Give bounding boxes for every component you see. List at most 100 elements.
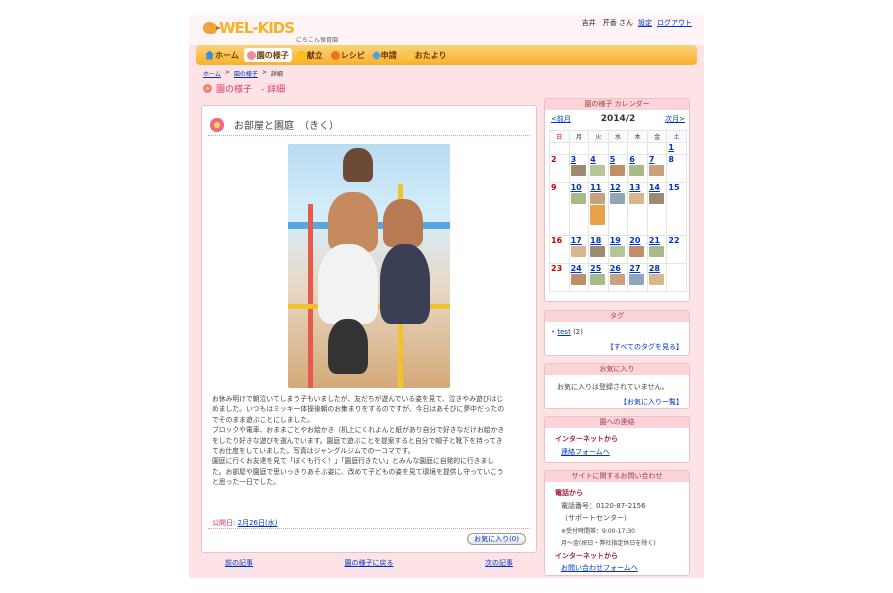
photo-thumbnail[interactable] bbox=[590, 165, 606, 176]
calendar-day-number[interactable]: 10 bbox=[571, 183, 589, 192]
calendar-day[interactable]: 11 bbox=[588, 182, 609, 236]
net-heading: インターネットから bbox=[555, 552, 618, 560]
wel-kids-logo[interactable]: WEL-KIDS bbox=[203, 19, 295, 37]
photo-thumbnail[interactable] bbox=[570, 246, 586, 257]
calendar-day-number[interactable]: 18 bbox=[590, 236, 608, 245]
calendar-day-number[interactable]: 14 bbox=[649, 183, 667, 192]
photo-thumbnail[interactable] bbox=[590, 246, 606, 257]
photo-thumbnail[interactable] bbox=[648, 193, 664, 204]
photo-thumbnail[interactable] bbox=[648, 246, 664, 257]
photo-thumbnail[interactable] bbox=[629, 193, 645, 204]
favorites-list-link[interactable]: 【お気に入り一覧】 bbox=[620, 397, 683, 407]
photo-thumbnail[interactable] bbox=[609, 193, 625, 204]
article-header: お部屋と園庭 （きく） bbox=[208, 114, 530, 136]
calendar-day-number[interactable]: 17 bbox=[571, 236, 589, 245]
calendar-day-number[interactable]: 25 bbox=[590, 264, 608, 273]
calendar-day-number[interactable]: 11 bbox=[590, 183, 608, 192]
photo-thumbnail[interactable] bbox=[570, 274, 586, 285]
breadcrumb: ホーム > 園の様子 > 詳細 bbox=[203, 69, 283, 78]
calendar-day-number[interactable]: 5 bbox=[610, 155, 628, 164]
tag-link[interactable]: test bbox=[557, 328, 570, 336]
calendar-day[interactable]: 7 bbox=[646, 154, 668, 183]
logout-link[interactable]: ログアウト bbox=[657, 18, 692, 28]
calendar-day-number[interactable]: 19 bbox=[610, 236, 628, 245]
breadcrumb-home[interactable]: ホーム bbox=[203, 69, 221, 78]
calendar-day-number[interactable]: 21 bbox=[649, 236, 667, 245]
next-article-link[interactable]: 次の記事 bbox=[485, 558, 513, 568]
photo-thumbnail[interactable] bbox=[609, 165, 625, 176]
calendar-day[interactable]: 3 bbox=[568, 154, 590, 183]
calendar-day-number[interactable]: 24 bbox=[571, 264, 589, 273]
calendar-day[interactable]: 28 bbox=[646, 263, 668, 292]
nav-item-letter[interactable]: おたより bbox=[402, 48, 450, 62]
nav-item-home[interactable]: ホーム bbox=[202, 48, 242, 62]
prev-article-link[interactable]: 前の記事 bbox=[225, 558, 253, 568]
calendar-day[interactable]: 27 bbox=[627, 263, 648, 292]
calendar-day[interactable]: 10 bbox=[568, 182, 590, 236]
breadcrumb-section[interactable]: 園の様子 bbox=[234, 69, 258, 78]
calendar-day-number[interactable]: 28 bbox=[649, 264, 667, 273]
calendar-day[interactable]: 24 bbox=[568, 263, 590, 292]
photo-thumbnail[interactable] bbox=[648, 274, 664, 285]
calendar-day: 8 bbox=[666, 154, 687, 183]
photo-thumbnail[interactable] bbox=[590, 193, 606, 204]
photo-thumbnail[interactable] bbox=[590, 205, 606, 225]
calendar-day[interactable]: 17 bbox=[568, 235, 590, 264]
nav-item-recipe[interactable]: レシピ bbox=[328, 48, 368, 62]
photo-thumbnail[interactable] bbox=[570, 165, 586, 176]
photo-thumbnail[interactable] bbox=[609, 274, 625, 285]
calendar-day[interactable]: 6 bbox=[627, 154, 648, 183]
published-date-link[interactable]: 2月26日(水) bbox=[238, 519, 278, 527]
nav-label: 園の様子 bbox=[256, 50, 289, 60]
calendar-title: 園の様子 カレンダー bbox=[545, 99, 689, 110]
photo-thumbnail[interactable] bbox=[609, 246, 625, 257]
calendar-day-number[interactable]: 26 bbox=[610, 264, 628, 273]
support-center: （サポートセンター） bbox=[561, 514, 631, 522]
calendar-day[interactable]: 14 bbox=[646, 182, 668, 236]
calendar-day[interactable]: 19 bbox=[607, 235, 629, 264]
calendar-day[interactable]: 4 bbox=[588, 154, 609, 183]
prev-month-link[interactable]: <前月 bbox=[551, 114, 571, 124]
calendar-day-number[interactable]: 1 bbox=[668, 143, 686, 152]
calendar-day: 23 bbox=[549, 263, 570, 292]
settings-link[interactable]: 設定 bbox=[638, 18, 652, 28]
calendar-day-number[interactable]: 13 bbox=[629, 183, 647, 192]
nav-item-apply[interactable]: 申請 bbox=[370, 48, 400, 62]
published-date: 公開日: 2月26日(水) bbox=[212, 518, 277, 528]
photo-thumbnail[interactable] bbox=[570, 193, 586, 204]
calendar-day[interactable]: 25 bbox=[588, 263, 609, 292]
back-to-list-link[interactable]: 園の様子に戻る bbox=[345, 558, 394, 568]
calendar-day-number[interactable]: 7 bbox=[649, 155, 667, 164]
contact-form-link[interactable]: 連絡フォームへ bbox=[561, 447, 610, 457]
calendar-day-number[interactable]: 20 bbox=[629, 236, 647, 245]
calendar-day[interactable]: 13 bbox=[627, 182, 648, 236]
inquiry-form-link[interactable]: お問い合わせフォームへ bbox=[561, 563, 638, 573]
photo-thumbnail[interactable] bbox=[590, 274, 606, 285]
photo-thumbnail[interactable] bbox=[648, 165, 664, 176]
calendar-nav: <前月 2014/2 次月> bbox=[551, 114, 685, 124]
calendar-day[interactable]: 5 bbox=[607, 154, 629, 183]
user-name: 吉井 芹香 さん bbox=[581, 19, 633, 27]
calendar-day[interactable]: 1 bbox=[666, 142, 687, 155]
calendar-panel: 園の様子 カレンダー <前月 2014/2 次月> 日月火水木金土 123456… bbox=[544, 98, 690, 302]
next-month-link[interactable]: 次月> bbox=[665, 114, 685, 124]
calendar-day[interactable]: 20 bbox=[627, 235, 648, 264]
nav-item-menu[interactable]: 献立 bbox=[294, 48, 326, 62]
nav-item-activities[interactable]: 園の様子 bbox=[243, 48, 292, 62]
support-hours: ※受付時間帯：9:00-17:30 bbox=[561, 528, 635, 535]
calendar-day-number[interactable]: 12 bbox=[610, 183, 628, 192]
calendar-day[interactable]: 26 bbox=[607, 263, 629, 292]
calendar-day[interactable]: 21 bbox=[646, 235, 668, 264]
add-favorite-button[interactable]: お気に入り(0) bbox=[467, 533, 526, 545]
calendar-day-number[interactable]: 4 bbox=[590, 155, 608, 164]
photo-thumbnail[interactable] bbox=[629, 165, 645, 176]
photo-thumbnail[interactable] bbox=[629, 274, 645, 285]
all-tags-link[interactable]: 【すべてのタグを見る】 bbox=[607, 342, 683, 352]
school-name: にちこん保育園 bbox=[296, 37, 339, 44]
calendar-day-number[interactable]: 6 bbox=[629, 155, 647, 164]
calendar-day-number[interactable]: 27 bbox=[629, 264, 647, 273]
calendar-day[interactable]: 12 bbox=[607, 182, 629, 236]
calendar-day-number[interactable]: 3 bbox=[571, 155, 589, 164]
photo-thumbnail[interactable] bbox=[629, 246, 645, 257]
calendar-day[interactable]: 18 bbox=[588, 235, 609, 264]
